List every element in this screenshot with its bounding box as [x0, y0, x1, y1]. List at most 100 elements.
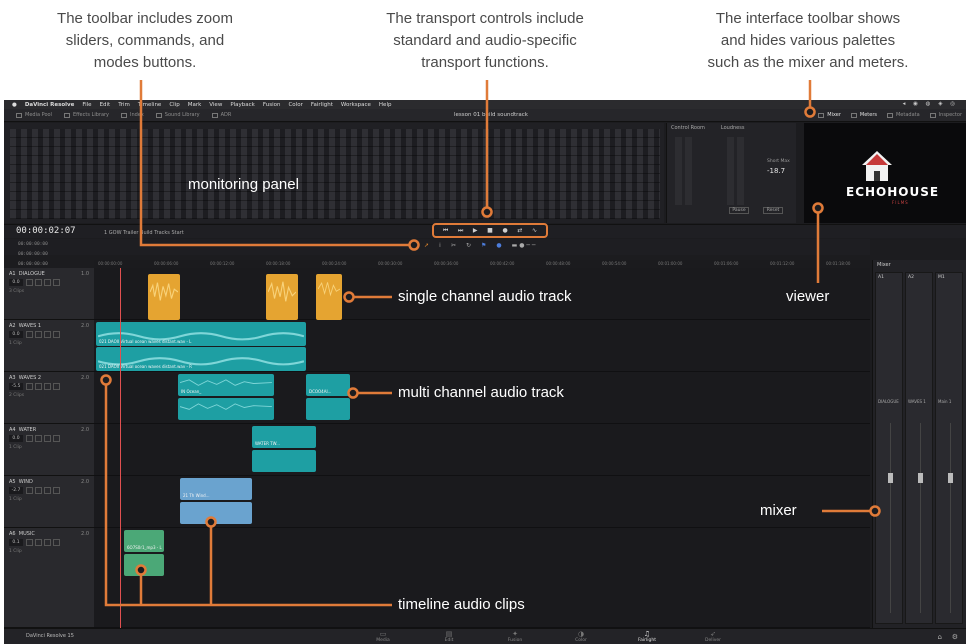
menu-view[interactable]: View: [209, 102, 222, 108]
record-arm-button[interactable]: [35, 487, 42, 494]
menu-mark[interactable]: Mark: [188, 102, 202, 108]
mixer-toggle-button[interactable]: Mixer: [818, 112, 841, 118]
playhead-timecode[interactable]: 00:00:02:07: [16, 226, 76, 236]
arm-button[interactable]: [26, 487, 33, 494]
page-color[interactable]: ◑ Color: [558, 630, 604, 643]
menu-fairlight[interactable]: Fairlight: [311, 102, 333, 108]
fader-knob[interactable]: [948, 473, 953, 483]
solo-button[interactable]: [44, 279, 51, 286]
rewind-button[interactable]: ⏮: [443, 227, 448, 235]
timeline[interactable]: 021 DAOII Virtual ocean waves distant.wa…: [94, 268, 870, 628]
track-volume[interactable]: 0.0: [9, 331, 23, 338]
record-arm-button[interactable]: [35, 435, 42, 442]
menu-fusion[interactable]: Fusion: [263, 102, 281, 108]
record-button[interactable]: ●: [502, 227, 507, 234]
arm-button[interactable]: [26, 279, 33, 286]
audio-transport-button[interactable]: ∿: [532, 227, 537, 234]
razor-tool-icon[interactable]: ✂: [451, 242, 456, 249]
record-arm-button[interactable]: [35, 539, 42, 546]
zoom-slider-icon[interactable]: ▬ ● ─ ─: [512, 242, 536, 249]
menu-file[interactable]: File: [82, 102, 91, 108]
arm-button[interactable]: [26, 383, 33, 390]
select-tool-icon[interactable]: ➚: [424, 242, 429, 249]
audio-clip[interactable]: 021 DAOII Virtual ocean waves distant.wa…: [96, 322, 306, 346]
record-arm-button[interactable]: [35, 279, 42, 286]
mute-button[interactable]: [53, 383, 60, 390]
record-arm-button[interactable]: [35, 383, 42, 390]
arm-button[interactable]: [26, 435, 33, 442]
range-tool-icon[interactable]: ⁞: [439, 242, 441, 249]
menu-timeline[interactable]: Timeline: [138, 102, 161, 108]
audio-clip[interactable]: DCOO4AI...: [306, 374, 350, 396]
audio-clip[interactable]: [178, 398, 274, 420]
track-header-a6[interactable]: A6 MUSIC 2.0 0.1 1 Clip: [4, 528, 94, 628]
audio-clip[interactable]: WATER TW...: [252, 426, 316, 448]
audio-clip[interactable]: 6O7S0r1_mp3 - L: [124, 530, 164, 552]
mute-button[interactable]: [53, 331, 60, 338]
inspector-toggle-button[interactable]: Inspector: [929, 112, 962, 118]
audio-clip[interactable]: [148, 274, 180, 320]
media-pool-button[interactable]: Media Pool: [16, 112, 52, 118]
page-media[interactable]: ▭ Media: [360, 630, 406, 643]
fader-knob[interactable]: [918, 473, 923, 483]
audio-clip[interactable]: [316, 274, 342, 320]
settings-gear-icon[interactable]: ⚙: [952, 633, 958, 641]
record-arm-button[interactable]: [35, 331, 42, 338]
timeline-name[interactable]: 1 GOW Trailer Build Tracks Start: [104, 230, 184, 236]
fast-forward-button[interactable]: ⏭: [458, 227, 463, 235]
adr-button[interactable]: ADR: [211, 112, 231, 118]
track-header-a2[interactable]: A2 WAVES 1 2.0 0.0 1 Clip: [4, 320, 94, 372]
play-button[interactable]: ▶: [473, 227, 478, 234]
track-header-a1[interactable]: A1 DIALOGUE 1.0 0.0 3 Clips: [4, 268, 94, 320]
apple-icon[interactable]: ●: [12, 102, 17, 108]
stop-button[interactable]: ■: [487, 227, 493, 234]
menu-help[interactable]: Help: [379, 102, 392, 108]
track-volume[interactable]: 0.0: [9, 435, 23, 442]
meters-toggle-button[interactable]: Meters: [850, 112, 877, 118]
track-volume[interactable]: -2.7: [9, 487, 23, 494]
audio-clip[interactable]: IN Ocean_: [178, 374, 274, 396]
solo-button[interactable]: [44, 435, 51, 442]
page-fusion[interactable]: ✦ Fusion: [492, 630, 538, 643]
solo-button[interactable]: [44, 383, 51, 390]
menu-clip[interactable]: Clip: [169, 102, 179, 108]
audio-clip[interactable]: 21 Th Wind...: [180, 478, 252, 500]
mute-button[interactable]: [53, 539, 60, 546]
audio-clip[interactable]: 021 DAOII Virtual ocean waves distant.wa…: [96, 347, 306, 371]
pause-button[interactable]: Pause: [729, 207, 749, 214]
marker-icon[interactable]: ●: [496, 242, 501, 249]
audio-clip[interactable]: [306, 398, 350, 420]
page-edit[interactable]: ▤ Edit: [426, 630, 472, 643]
metadata-toggle-button[interactable]: Metadata: [886, 112, 920, 118]
sound-library-button[interactable]: Sound Library: [155, 112, 200, 118]
track-volume[interactable]: -5.5: [9, 383, 23, 390]
mute-button[interactable]: [53, 487, 60, 494]
playhead[interactable]: [120, 268, 121, 628]
solo-button[interactable]: [44, 487, 51, 494]
track-header-a4[interactable]: A4 WATER 2.0 0.0 1 Clip: [4, 424, 94, 476]
menu-app[interactable]: DaVinci Resolve: [25, 102, 75, 108]
fader-knob[interactable]: [888, 473, 893, 483]
tab-loudness[interactable]: Loudness: [721, 125, 745, 131]
audio-clip[interactable]: [252, 450, 316, 472]
mute-button[interactable]: [53, 435, 60, 442]
timeline-ruler[interactable]: 00:00:00:00 00:00:06:00 00:00:12:00 00:0…: [94, 260, 870, 268]
page-fairlight[interactable]: ♫ Fairlight: [624, 630, 670, 643]
arm-button[interactable]: [26, 539, 33, 546]
tab-control-room[interactable]: Control Room: [671, 125, 705, 131]
track-volume[interactable]: 0.0: [9, 279, 23, 286]
track-header-a3[interactable]: A3 WAVES 2 2.0 -5.5 2 Clips: [4, 372, 94, 424]
home-icon[interactable]: ⌂: [938, 633, 942, 641]
menu-edit[interactable]: Edit: [100, 102, 111, 108]
menu-color[interactable]: Color: [288, 102, 302, 108]
audio-clip[interactable]: [124, 554, 164, 576]
reset-button[interactable]: Reset: [763, 207, 783, 214]
audio-clip[interactable]: [180, 502, 252, 524]
solo-button[interactable]: [44, 539, 51, 546]
menu-workspace[interactable]: Workspace: [341, 102, 371, 108]
menu-playback[interactable]: Playback: [230, 102, 255, 108]
loop-button[interactable]: ⇄: [517, 227, 522, 234]
effects-library-button[interactable]: Effects Library: [63, 112, 109, 118]
menu-trim[interactable]: Trim: [118, 102, 130, 108]
flag-icon[interactable]: ⚑: [481, 242, 486, 249]
